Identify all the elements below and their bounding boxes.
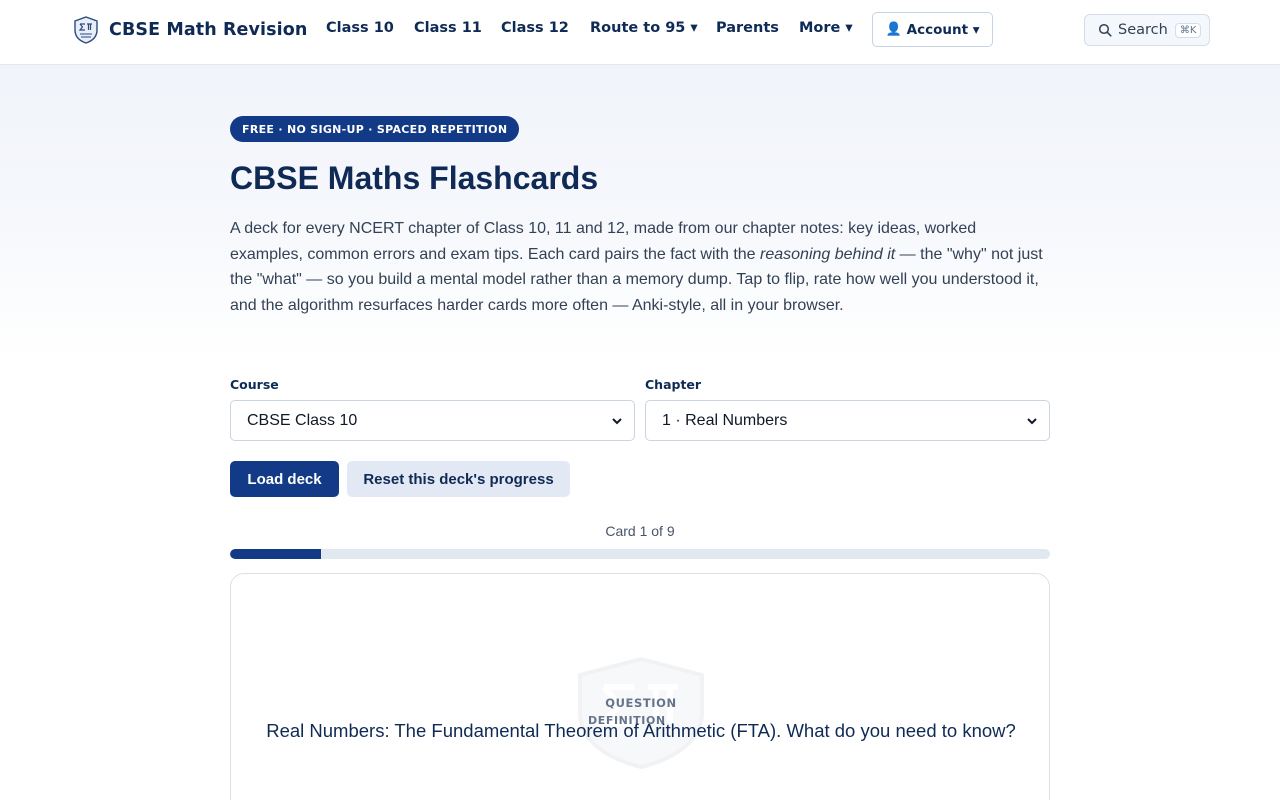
sigma-pi-shield-icon [74, 16, 98, 44]
reset-progress-button[interactable]: Reset this deck's progress [347, 461, 570, 497]
brand-link[interactable]: CBSE Math Revision [73, 15, 307, 45]
chapter-select[interactable]: 1 · Real Numbers [645, 400, 1050, 441]
nav-more-dropdown[interactable]: More ▾ [799, 20, 853, 36]
nav-class-12[interactable]: Class 12 [501, 20, 569, 36]
search-icon [1098, 23, 1112, 37]
card-question: Real Numbers: The Fundamental Theorem of… [266, 720, 1016, 741]
chevron-down-icon [1027, 418, 1037, 425]
account-button[interactable]: 👤 Account ▾ [872, 12, 993, 47]
brand-name: CBSE Math Revision [109, 20, 308, 40]
feature-badge: FREE · NO SIGN-UP · SPACED REPETITION [230, 116, 520, 142]
load-deck-button[interactable]: Load deck [230, 461, 339, 497]
chevron-down-icon [612, 418, 622, 425]
user-icon: 👤 [885, 22, 902, 37]
nav-class-10[interactable]: Class 10 [326, 20, 394, 36]
account-label: Account ▾ [906, 21, 980, 38]
nav-class-11[interactable]: Class 11 [414, 20, 482, 36]
chapter-label: Chapter [645, 377, 702, 392]
card-counter: Card 1 of 9 [605, 523, 675, 539]
sigma-pi-shield-watermark-icon [578, 657, 704, 769]
intro-paragraph: A deck for every NCERT chapter of Class … [230, 216, 1050, 318]
intro-emphasis: reasoning behind it [760, 245, 896, 263]
search-label: Search [1118, 22, 1168, 38]
deck-progress-bar [230, 549, 1050, 559]
card-side-label: QUESTION [605, 696, 677, 710]
search-button[interactable]: Search ⌘K [1084, 14, 1210, 46]
flashcard[interactable]: QUESTION DEFINITION Real Numbers: The Fu… [230, 573, 1050, 800]
course-select-value: CBSE Class 10 [247, 411, 358, 429]
search-shortcut-hint: ⌘K [1174, 22, 1202, 38]
course-select[interactable]: CBSE Class 10 [230, 400, 635, 441]
course-label: Course [230, 377, 279, 392]
deck-progress-fill [230, 549, 322, 559]
top-navigation-bar: CBSE Math Revision Class 10 Class 11 Cla… [0, 0, 1280, 65]
nav-parents[interactable]: Parents [716, 20, 779, 36]
chapter-select-value: 1 · Real Numbers [662, 411, 788, 429]
page-title: CBSE Maths Flashcards [230, 160, 599, 196]
nav-route-to-95-dropdown[interactable]: Route to 95 ▾ [590, 20, 698, 36]
